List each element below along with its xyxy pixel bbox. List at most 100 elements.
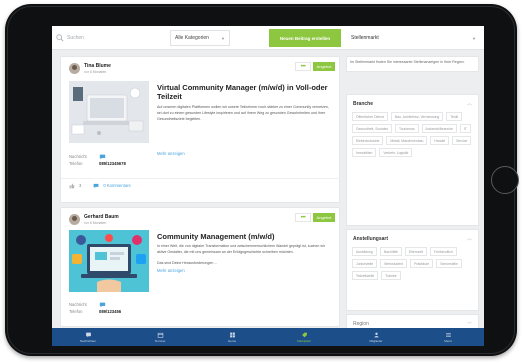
filter-chip[interactable]: Metall, Maschinenbau bbox=[386, 136, 428, 145]
filter-chip[interactable]: Elternzeit bbox=[404, 247, 428, 256]
region-title: Region bbox=[353, 321, 369, 327]
show-more-link[interactable]: Mehr anzeigen bbox=[157, 151, 185, 156]
thumbs-up-icon[interactable] bbox=[69, 183, 75, 189]
filter-chip[interactable]: Gesundheit, Soziales bbox=[352, 124, 393, 133]
post-description-text: In einer Welt, die von digitaler Transfo… bbox=[157, 244, 325, 254]
author-name: Tina Blume bbox=[84, 63, 111, 69]
filter-chip[interactable]: Praktikum bbox=[410, 259, 434, 268]
post-title[interactable]: Community Management (m/w/d) bbox=[157, 232, 332, 241]
calendar-icon bbox=[157, 332, 163, 338]
nav-item-user[interactable]: Mitglieder bbox=[340, 328, 412, 346]
more-options-button[interactable]: ••• bbox=[295, 213, 311, 222]
filter-chip[interactable]: Freiberuflich bbox=[430, 247, 457, 256]
post-feed: Tina Blume vor 6 Monaten ••• Angebot Vir… bbox=[60, 56, 341, 327]
show-more-link[interactable]: Mehr anzeigen bbox=[157, 268, 332, 274]
branche-chips: Öffentlicher Dienst Bau, Architektur, Ver… bbox=[347, 112, 478, 163]
filter-chip[interactable]: Juniorstelle bbox=[352, 259, 378, 268]
filter-chip[interactable]: Trainee bbox=[381, 271, 401, 280]
post-card: Gerhard Baum vor 6 Monaten ••• Angebot C… bbox=[60, 207, 340, 327]
contact-info: Nachricht Telefon 089/123456 bbox=[69, 301, 121, 315]
nav-item-menu[interactable]: Menü bbox=[412, 328, 484, 346]
new-post-button[interactable]: Neuen Beitrag erstellen bbox=[269, 29, 341, 47]
offer-badge: Angebot bbox=[313, 62, 335, 71]
comments-link[interactable]: 0 Kommentare bbox=[103, 183, 130, 188]
search-icon bbox=[56, 34, 64, 42]
filter-chip[interactable]: Elektroindustrie bbox=[352, 136, 384, 145]
more-options-button[interactable]: ••• bbox=[295, 62, 311, 71]
post-title[interactable]: Virtual Community Manager (m/w/d) in Vol… bbox=[157, 83, 332, 101]
comment-icon[interactable] bbox=[93, 183, 99, 189]
menu-icon bbox=[445, 332, 451, 337]
chat-icon[interactable] bbox=[99, 302, 106, 308]
employment-type-filter: Anstellungsart ︿ Ausbildung Nachhilfe Elte… bbox=[346, 229, 479, 311]
category-select[interactable]: Alle Kategorien ▼ bbox=[170, 30, 230, 46]
nav-item-message[interactable]: Nachrichten bbox=[52, 328, 124, 346]
user-icon bbox=[373, 332, 379, 337]
employment-type-title: Anstellungsart bbox=[353, 235, 389, 242]
filter-chip[interactable]: Immobilien bbox=[352, 148, 377, 157]
contact-info: Nachricht Telefon 089/12345678 bbox=[69, 153, 126, 167]
filter-chip[interactable]: Bau, Architektur, Vermessung bbox=[390, 112, 444, 121]
post-image[interactable] bbox=[69, 230, 149, 292]
like-count: 3 bbox=[79, 183, 82, 188]
message-label: Nachricht bbox=[69, 154, 87, 159]
filter-chip[interactable]: Werkstudent bbox=[380, 259, 408, 268]
nav-label: Menü bbox=[444, 338, 452, 343]
post-description: Auf unseren digitalen Plattformen wollen… bbox=[157, 105, 329, 121]
top-bar: Suchen Alle Kategorien ▼ Neuen Beitrag e… bbox=[52, 26, 484, 50]
filter-chip[interactable]: Automobilbranche bbox=[421, 124, 457, 133]
chevron-down-icon: ﹀ bbox=[466, 321, 472, 328]
branche-header[interactable]: Branche ︿ bbox=[347, 95, 478, 112]
post-author[interactable]: Tina Blume vor 6 Monaten bbox=[69, 63, 111, 74]
phone-number[interactable]: 089/12345678 bbox=[99, 161, 126, 166]
nav-label: Termine bbox=[154, 338, 166, 343]
chat-icon[interactable] bbox=[99, 154, 106, 160]
market-select[interactable]: Stellenmarkt ▼ bbox=[347, 29, 480, 47]
message-icon bbox=[85, 332, 91, 337]
post-image[interactable] bbox=[69, 81, 149, 143]
branche-filter: Branche ︿ Öffentlicher Dienst Bau, Archit… bbox=[346, 94, 479, 226]
filter-chip[interactable]: Service bbox=[452, 136, 472, 145]
avatar bbox=[69, 214, 80, 225]
search-input[interactable]: Suchen bbox=[56, 30, 168, 46]
tablet-frame: Suchen Alle Kategorien ▼ Neuen Beitrag e… bbox=[5, 4, 519, 356]
employment-type-chips: Ausbildung Nachhilfe Elternzeit Freiberufli… bbox=[347, 247, 478, 286]
filter-chip[interactable]: Öffentlicher Dienst bbox=[352, 112, 388, 121]
nav-item-home-grid[interactable]: Home bbox=[196, 328, 268, 346]
filter-chip[interactable]: Tourismus bbox=[395, 124, 419, 133]
market-label: Stellenmarkt bbox=[351, 35, 379, 41]
filter-chip[interactable]: Textil bbox=[446, 112, 463, 121]
post-author[interactable]: Gerhard Baum vor 6 Monaten bbox=[69, 214, 119, 225]
chevron-down-icon: ▼ bbox=[221, 35, 225, 41]
nav-label: Nachrichten bbox=[79, 338, 96, 343]
author-name: Gerhard Baum bbox=[84, 214, 119, 220]
post-description: In einer Welt, die von digitaler Transfo… bbox=[157, 244, 332, 274]
tag-icon bbox=[301, 332, 307, 337]
nav-item-tag[interactable]: Marktplatz bbox=[268, 328, 340, 346]
chevron-up-icon: ︿ bbox=[466, 236, 472, 242]
filter-chip[interactable]: IT bbox=[459, 124, 471, 133]
offer-badge: Angebot bbox=[313, 213, 335, 222]
post-card: Tina Blume vor 6 Monaten ••• Angebot Vir… bbox=[60, 56, 341, 203]
app-screen: Suchen Alle Kategorien ▼ Neuen Beitrag e… bbox=[52, 26, 484, 346]
filter-chip[interactable]: Nachhilfe bbox=[379, 247, 402, 256]
phone-label: Telefon bbox=[69, 309, 83, 314]
chevron-down-icon: ▼ bbox=[472, 35, 476, 41]
filter-chip[interactable]: Verkehr, Logistik bbox=[379, 148, 413, 157]
post-stats: 3 0 Kommentare bbox=[61, 178, 341, 192]
chevron-up-icon: ︿ bbox=[466, 101, 472, 107]
filter-chip[interactable]: Seniorstelle bbox=[436, 259, 462, 268]
social-media-illustration-icon bbox=[69, 230, 149, 292]
home-button[interactable] bbox=[491, 166, 519, 194]
filter-chip[interactable]: Teilzeitstelle bbox=[352, 271, 379, 280]
nav-label: Home bbox=[227, 338, 236, 343]
phone-number[interactable]: 089/123456 bbox=[99, 309, 121, 314]
search-placeholder: Suchen bbox=[67, 35, 84, 41]
author-time: vor 6 Monaten bbox=[84, 221, 107, 225]
filter-chip[interactable]: Handel bbox=[430, 136, 450, 145]
employment-type-header[interactable]: Anstellungsart ︿ bbox=[347, 230, 478, 247]
nav-label: Mitglieder bbox=[369, 338, 383, 343]
nav-label: Marktplatz bbox=[297, 338, 311, 343]
filter-chip[interactable]: Ausbildung bbox=[352, 247, 377, 256]
nav-item-calendar[interactable]: Termine bbox=[124, 328, 196, 346]
